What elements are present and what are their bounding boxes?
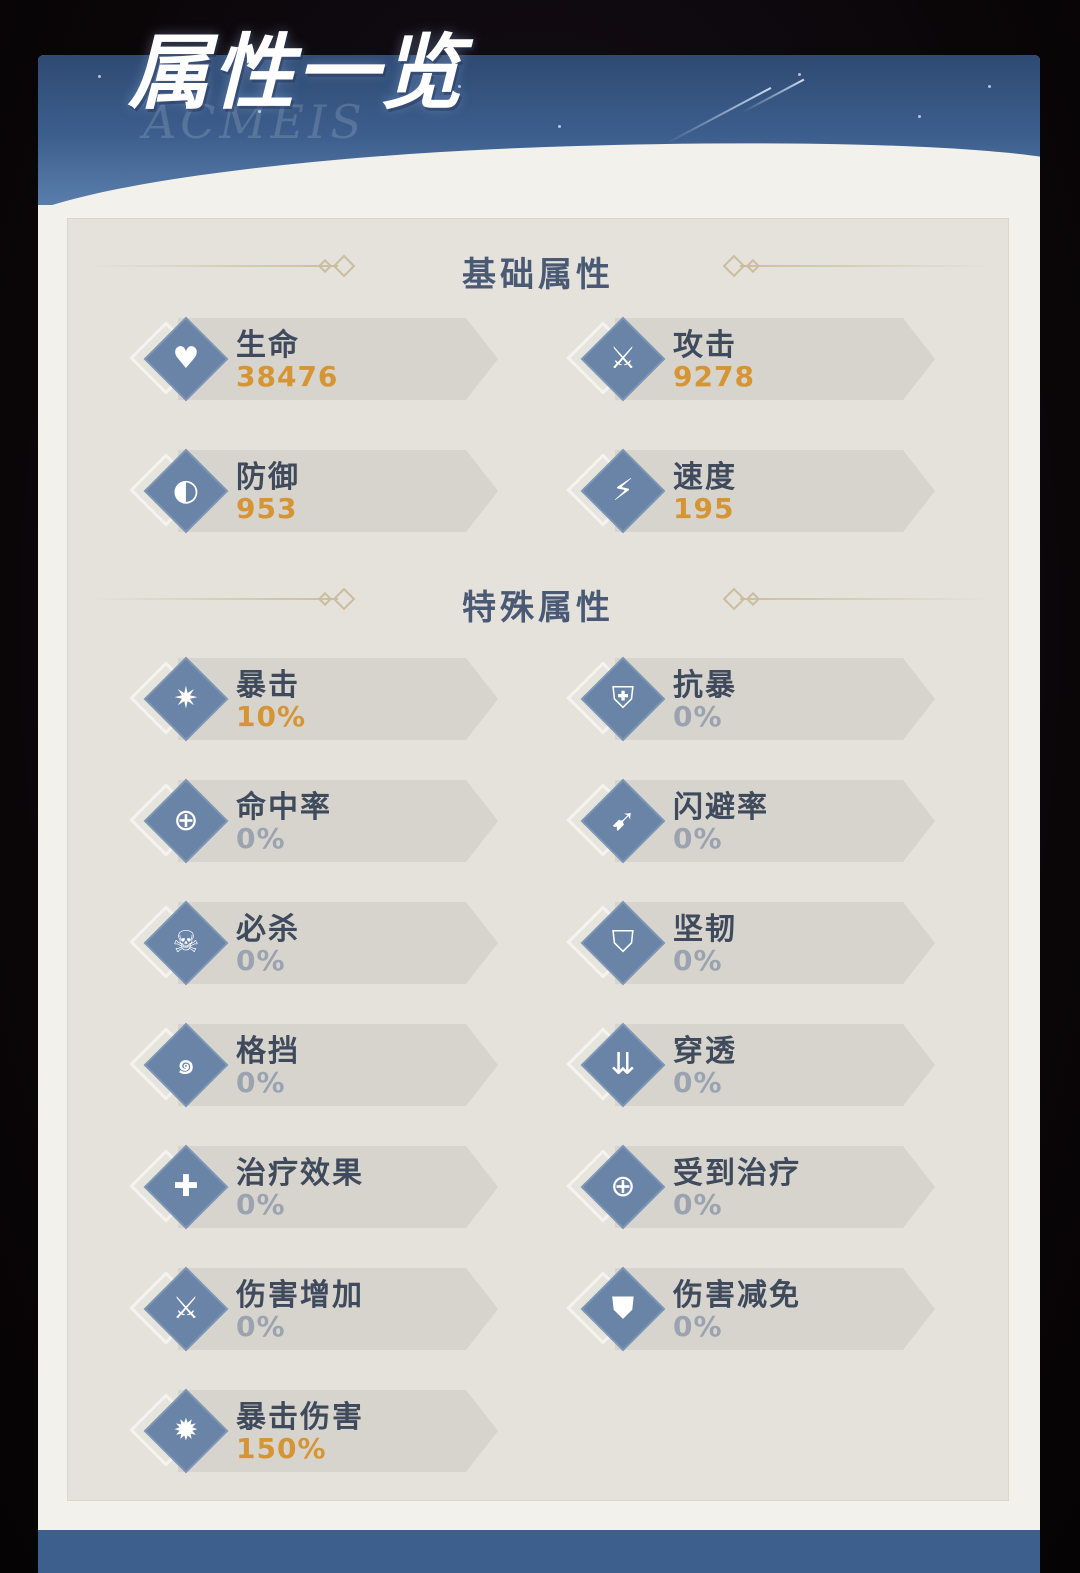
section-title-basic: 基础属性 bbox=[462, 255, 614, 295]
stat-row: ⛊ 伤害减免 0% bbox=[565, 1266, 937, 1352]
heal-plus-up-icon: ✚ bbox=[173, 1169, 199, 1204]
heal-received-icon: ⊕ bbox=[610, 1169, 636, 1204]
stat-value: 0% bbox=[673, 700, 723, 733]
stat-name: 暴击 bbox=[236, 668, 300, 703]
stat-name: 速度 bbox=[673, 460, 737, 495]
heart-icon: ♥ bbox=[172, 341, 200, 376]
penetration-blade-icon: ⇊ bbox=[610, 1047, 636, 1082]
stat-value: 0% bbox=[673, 822, 723, 855]
stat-name: 受到治疗 bbox=[673, 1156, 801, 1191]
section-header-basic: 基础属性 bbox=[68, 241, 1008, 295]
stat-value: 0% bbox=[673, 1066, 723, 1099]
stat-row: ✚ 治疗效果 0% bbox=[128, 1144, 500, 1230]
damage-up-sword-icon: ⚔ bbox=[172, 1291, 200, 1326]
stat-name: 坚韧 bbox=[673, 912, 737, 947]
stat-value: 195 bbox=[673, 492, 735, 525]
stat-row: ⊕ 受到治疗 0% bbox=[565, 1144, 937, 1230]
stat-value: 0% bbox=[673, 944, 723, 977]
stat-row: ✷ 暴击 10% bbox=[128, 656, 500, 742]
stat-name: 格挡 bbox=[236, 1034, 300, 1069]
shield-icon: ◐ bbox=[172, 473, 200, 508]
block-swirl-icon: ๑ bbox=[176, 1047, 196, 1082]
stat-name: 闪避率 bbox=[673, 790, 769, 825]
stat-row: ๑ 格挡 0% bbox=[128, 1022, 500, 1108]
sword-icon: ⚔ bbox=[609, 341, 637, 376]
damage-reduction-shield-icon: ⛊ bbox=[611, 1291, 635, 1326]
stat-row: ⚡ 速度 195 bbox=[565, 448, 937, 534]
section-title-special: 特殊属性 bbox=[462, 588, 614, 628]
stat-name: 伤害减免 bbox=[673, 1278, 801, 1313]
stat-value: 0% bbox=[673, 1188, 723, 1221]
stat-value: 953 bbox=[236, 492, 298, 525]
attributes-list: 基础属性 ♥ 生命 38476 ⚔ 攻击 9278 ◐ 防御 953 ⚡ 速度 195 特殊属性 ✷ 暴… bbox=[67, 218, 1009, 1501]
lightning-icon: ⚡ bbox=[612, 473, 634, 508]
stat-value: 150% bbox=[236, 1432, 327, 1465]
dodge-runner-icon: ➹ bbox=[610, 803, 636, 838]
stat-name: 防御 bbox=[236, 460, 300, 495]
stat-value: 0% bbox=[236, 944, 286, 977]
stat-value: 0% bbox=[673, 1310, 723, 1343]
stat-name: 必杀 bbox=[236, 912, 300, 947]
stat-name: 暴击伤害 bbox=[236, 1400, 364, 1435]
stat-name: 抗暴 bbox=[673, 668, 737, 703]
stat-row: ☠ 必杀 0% bbox=[128, 900, 500, 986]
stat-value: 10% bbox=[236, 700, 307, 733]
stat-row: ⚔ 伤害增加 0% bbox=[128, 1266, 500, 1352]
stat-row: ⛉ 坚韧 0% bbox=[565, 900, 937, 986]
stat-row: ⇊ 穿透 0% bbox=[565, 1022, 937, 1108]
stat-value: 0% bbox=[236, 822, 286, 855]
section-header-special: 特殊属性 bbox=[68, 574, 1008, 628]
stat-row: ◐ 防御 953 bbox=[128, 448, 500, 534]
crosshair-icon: ⊕ bbox=[173, 803, 199, 838]
stat-value: 0% bbox=[236, 1310, 286, 1343]
stat-name: 生命 bbox=[236, 328, 300, 363]
stat-value: 0% bbox=[236, 1066, 286, 1099]
panel-footer-strip bbox=[38, 1530, 1040, 1573]
tenacity-shield-icon: ⛉ bbox=[611, 925, 635, 960]
stat-value: 9278 bbox=[673, 360, 755, 393]
stat-name: 治疗效果 bbox=[236, 1156, 364, 1191]
crit-damage-icon: ✹ bbox=[173, 1413, 199, 1448]
stat-value: 38476 bbox=[236, 360, 339, 393]
critical-hit-icon: ✷ bbox=[173, 681, 199, 716]
stat-name: 命中率 bbox=[236, 790, 332, 825]
stat-row: ✹ 暴击伤害 150% bbox=[128, 1388, 500, 1474]
stat-name: 穿透 bbox=[673, 1034, 737, 1069]
stat-name: 攻击 bbox=[673, 328, 737, 363]
stat-name: 伤害增加 bbox=[236, 1278, 364, 1313]
page-title: 属性一览 bbox=[128, 25, 464, 121]
stat-row: ➹ 闪避率 0% bbox=[565, 778, 937, 864]
stat-row: ⊕ 命中率 0% bbox=[128, 778, 500, 864]
stat-row: ♥ 生命 38476 bbox=[128, 316, 500, 402]
crit-resist-shield-icon: ⛨ bbox=[611, 681, 635, 716]
stat-row: ⚔ 攻击 9278 bbox=[565, 316, 937, 402]
stat-value: 0% bbox=[236, 1188, 286, 1221]
skull-icon: ☠ bbox=[172, 925, 200, 960]
stat-row: ⛨ 抗暴 0% bbox=[565, 656, 937, 742]
